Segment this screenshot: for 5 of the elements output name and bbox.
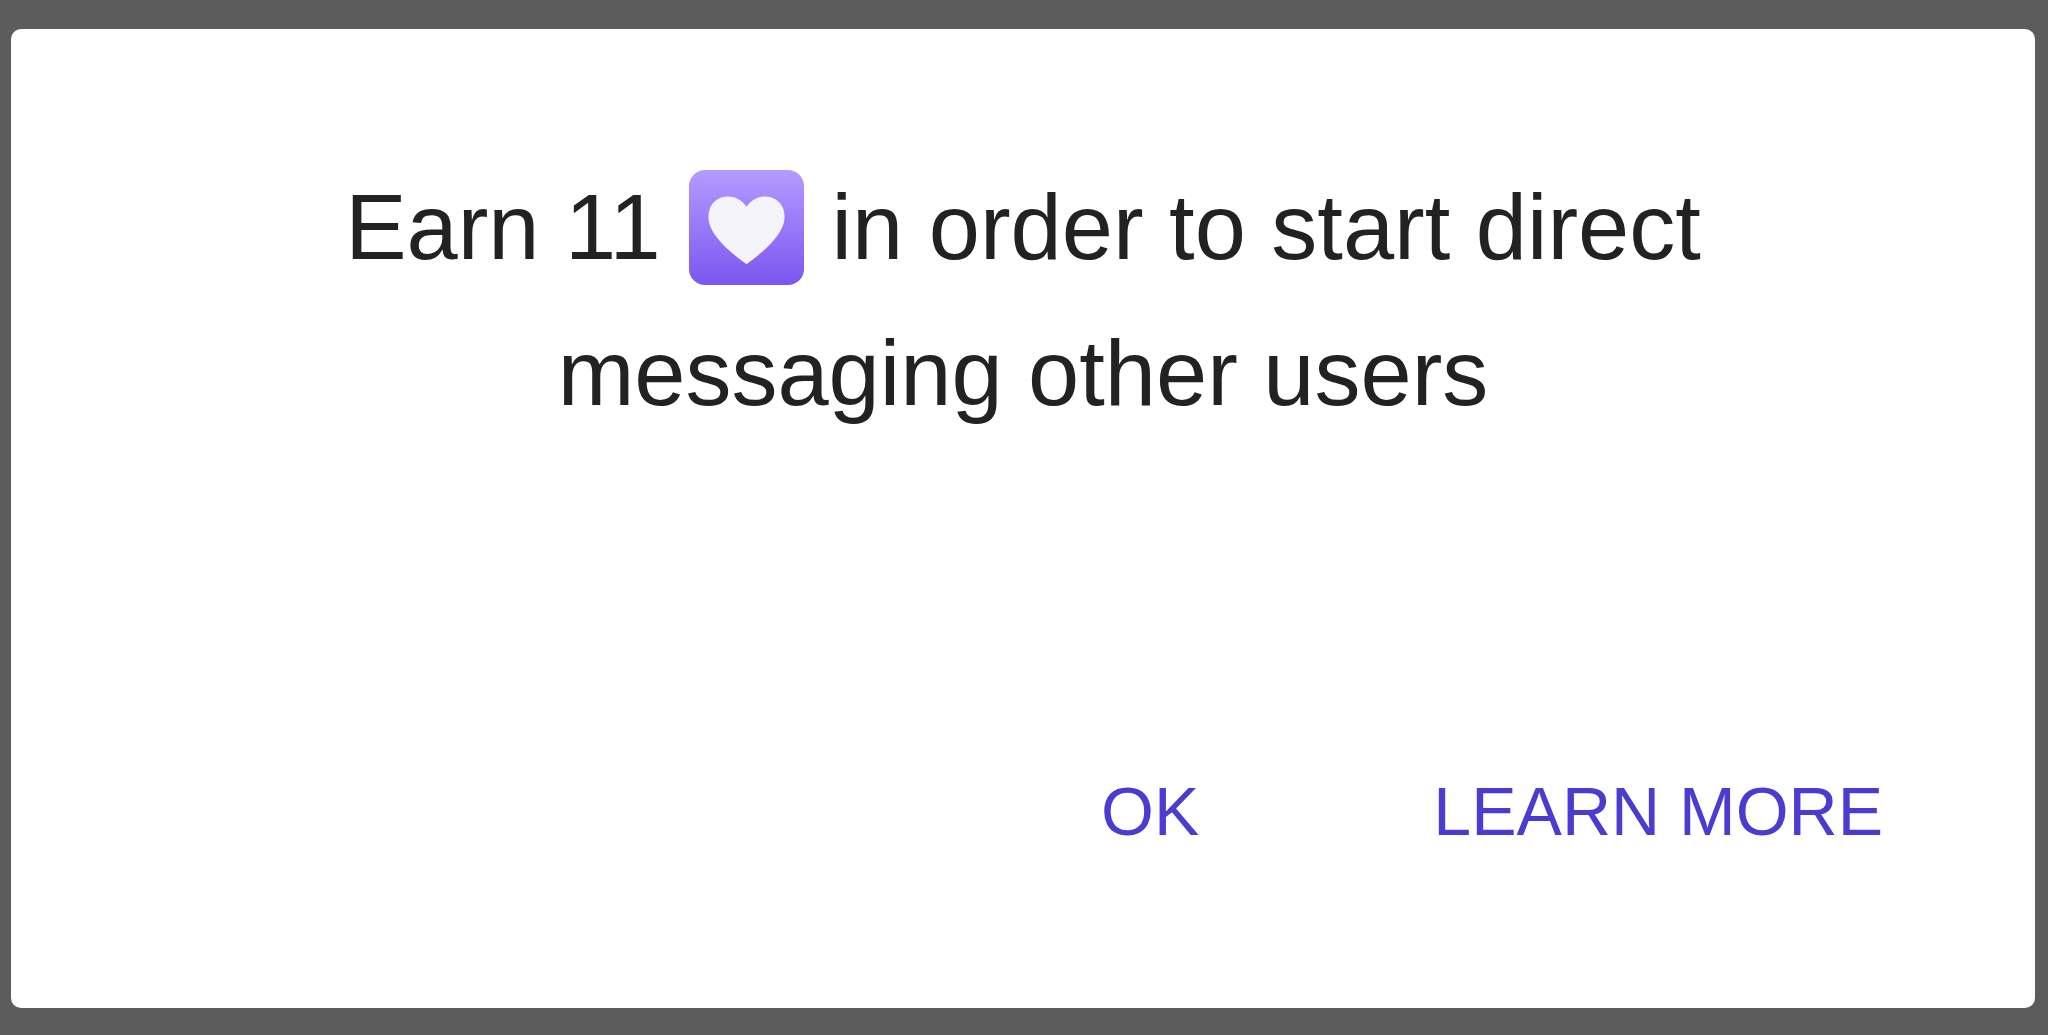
learn-more-button[interactable]: LEARN MORE [1421, 764, 1895, 858]
message-text: in order to start direct [831, 175, 1701, 280]
message-text: Earn 11 [345, 175, 661, 280]
ok-button[interactable]: OK [1089, 764, 1212, 858]
message-text: messaging other users [557, 321, 1489, 426]
